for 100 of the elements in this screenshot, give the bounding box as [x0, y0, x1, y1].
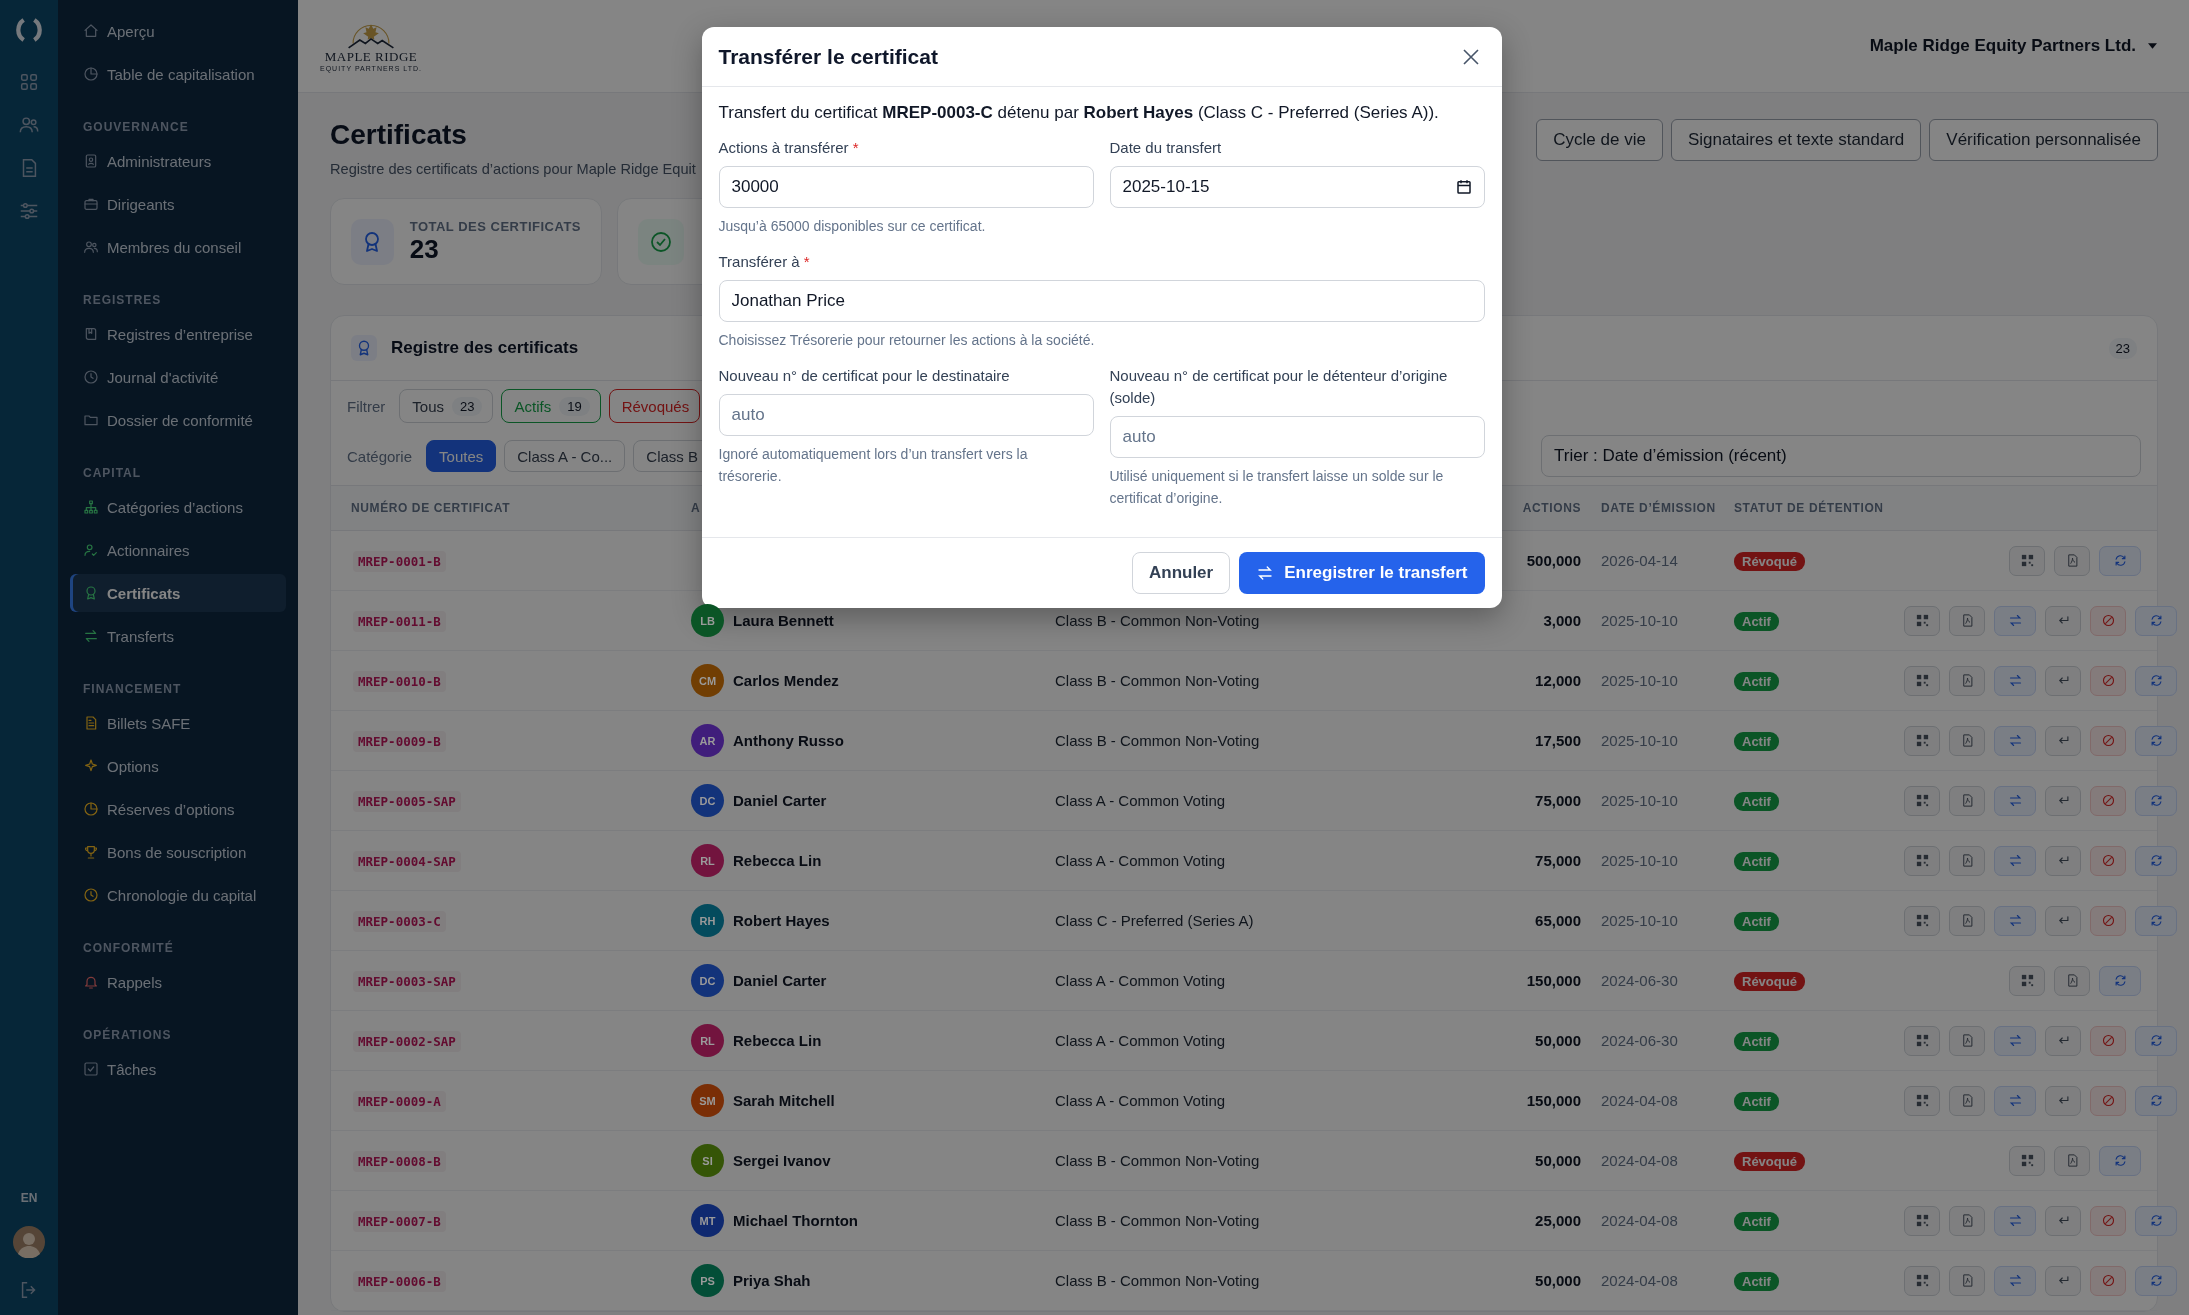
return-button[interactable]: [2045, 785, 2081, 816]
pdf-button[interactable]: [1949, 1205, 1985, 1236]
sidebar-item[interactable]: Dirigeants: [70, 185, 286, 223]
refresh-button[interactable]: [2135, 1205, 2177, 1236]
input-field[interactable]: auto: [718, 394, 1094, 436]
sidebar-item[interactable]: Catégories d’actions: [70, 488, 286, 526]
sidebar-item[interactable]: Tâches: [70, 1050, 286, 1088]
certificate-number[interactable]: MREP-0011-B: [353, 610, 446, 632]
pdf-button[interactable]: [2054, 1145, 2090, 1176]
return-button[interactable]: [2045, 1085, 2081, 1116]
qr-code-button[interactable]: [1904, 1265, 1940, 1296]
sidebar-item[interactable]: Aperçu: [70, 12, 286, 50]
return-button[interactable]: [2045, 1265, 2081, 1296]
sliders-icon[interactable]: [18, 200, 40, 222]
refresh-button[interactable]: [2099, 965, 2141, 996]
company-selector[interactable]: Maple Ridge Equity Partners Ltd.: [1869, 36, 2157, 56]
grid-icon[interactable]: [18, 71, 40, 93]
certificate-number[interactable]: MREP-0005-SAP: [353, 790, 461, 812]
refresh-button[interactable]: [2135, 605, 2177, 636]
language-code[interactable]: EN: [20, 1191, 38, 1205]
sidebar-item[interactable]: Réserves d’options: [70, 790, 286, 828]
sort-select[interactable]: Trier : Date d’émission (récent): [1541, 435, 2141, 477]
revoke-button[interactable]: [2090, 725, 2126, 756]
return-button[interactable]: [2045, 725, 2081, 756]
pdf-button[interactable]: [1949, 1025, 1985, 1056]
refresh-button[interactable]: [2135, 1265, 2177, 1296]
certificate-number[interactable]: MREP-0001-B: [353, 550, 446, 572]
pdf-button[interactable]: [1949, 605, 1985, 636]
return-button[interactable]: [2045, 1205, 2081, 1236]
revoke-button[interactable]: [2090, 785, 2126, 816]
return-button[interactable]: [2045, 605, 2081, 636]
category-chip[interactable]: Toutes: [426, 440, 497, 472]
certificate-number[interactable]: MREP-0008-B: [353, 1150, 446, 1172]
pdf-button[interactable]: [1949, 665, 1985, 696]
transfer-button[interactable]: [1994, 1265, 2036, 1296]
transfer-button[interactable]: [1994, 905, 2036, 936]
category-chip[interactable]: Class A - Co...: [504, 440, 626, 472]
certificate-number[interactable]: MREP-0004-SAP: [353, 850, 461, 872]
sidebar-item[interactable]: Table de capitalisation: [70, 55, 286, 93]
sidebar-item[interactable]: Membres du conseil: [70, 228, 286, 266]
qr-code-button[interactable]: [1904, 845, 1940, 876]
sidebar-item[interactable]: Billets SAFE: [70, 704, 286, 742]
qr-code-button[interactable]: [1904, 905, 1940, 936]
pdf-button[interactable]: [1949, 845, 1985, 876]
certificate-number[interactable]: MREP-0009-B: [353, 730, 446, 752]
transfer-button[interactable]: [1994, 1205, 2036, 1236]
sidebar-item[interactable]: Transferts: [70, 617, 286, 655]
certificate-number[interactable]: MREP-0002-SAP: [353, 1030, 461, 1052]
sidebar-item[interactable]: Administrateurs: [70, 142, 286, 180]
input-field[interactable]: 30000: [718, 166, 1094, 208]
transfer-button[interactable]: [1994, 605, 2036, 636]
page-action-button[interactable]: Vérification personnalisée: [1929, 119, 2158, 161]
sidebar-item[interactable]: Chronologie du capital: [70, 876, 286, 914]
sidebar-item[interactable]: Actionnaires: [70, 531, 286, 569]
pdf-button[interactable]: [2054, 545, 2090, 576]
return-button[interactable]: [2045, 665, 2081, 696]
date-field[interactable]: 2025-10-15: [1109, 166, 1485, 208]
filter-chip[interactable]: Actifs 19: [501, 389, 601, 423]
revoke-button[interactable]: [2090, 905, 2126, 936]
certificate-number[interactable]: MREP-0007-B: [353, 1210, 446, 1232]
page-action-button[interactable]: Signataires et texte standard: [1670, 119, 1922, 161]
transfer-button[interactable]: [1994, 665, 2036, 696]
qr-code-button[interactable]: [1904, 1085, 1940, 1116]
page-action-button[interactable]: Cycle de vie: [1536, 119, 1663, 161]
return-button[interactable]: [2045, 845, 2081, 876]
refresh-button[interactable]: [2135, 845, 2177, 876]
refresh-button[interactable]: [2099, 545, 2141, 576]
qr-code-button[interactable]: [1904, 725, 1940, 756]
certificate-number[interactable]: MREP-0003-SAP: [353, 970, 461, 992]
input-field[interactable]: auto: [1109, 416, 1485, 458]
qr-code-button[interactable]: [1904, 785, 1940, 816]
qr-code-button[interactable]: [2009, 1145, 2045, 1176]
filter-chip[interactable]: Tous 23: [399, 389, 494, 423]
refresh-button[interactable]: [2099, 1145, 2141, 1176]
qr-code-button[interactable]: [1904, 605, 1940, 636]
certificate-number[interactable]: MREP-0009-A: [353, 1090, 446, 1112]
qr-code-button[interactable]: [2009, 965, 2045, 996]
sidebar-item[interactable]: Rappels: [70, 963, 286, 1001]
refresh-button[interactable]: [2135, 665, 2177, 696]
transfer-button[interactable]: [1994, 785, 2036, 816]
pdf-button[interactable]: [1949, 725, 1985, 756]
transfer-button[interactable]: [1994, 725, 2036, 756]
refresh-button[interactable]: [2135, 1085, 2177, 1116]
filter-chip[interactable]: Révoqués: [608, 389, 701, 423]
revoke-button[interactable]: [2090, 1265, 2126, 1296]
pdf-button[interactable]: [1949, 785, 1985, 816]
avatar-icon[interactable]: [13, 1226, 45, 1258]
sidebar-item[interactable]: Options: [70, 747, 286, 785]
sidebar-item[interactable]: Dossier de conformité: [70, 401, 286, 439]
sidebar-item[interactable]: Bons de souscription: [70, 833, 286, 871]
sidebar-item[interactable]: Registres d’entreprise: [70, 315, 286, 353]
certificate-number[interactable]: MREP-0010-B: [353, 670, 446, 692]
transfer-button[interactable]: [1994, 1085, 2036, 1116]
certificate-number[interactable]: MREP-0006-B: [353, 1270, 446, 1292]
submit-button[interactable]: Enregistrer le transfert: [1239, 552, 1485, 594]
transfer-button[interactable]: [1994, 845, 2036, 876]
input-field[interactable]: Jonathan Price: [718, 280, 1485, 322]
pdf-button[interactable]: [2054, 965, 2090, 996]
pdf-button[interactable]: [1949, 1085, 1985, 1116]
pdf-button[interactable]: [1949, 1265, 1985, 1296]
